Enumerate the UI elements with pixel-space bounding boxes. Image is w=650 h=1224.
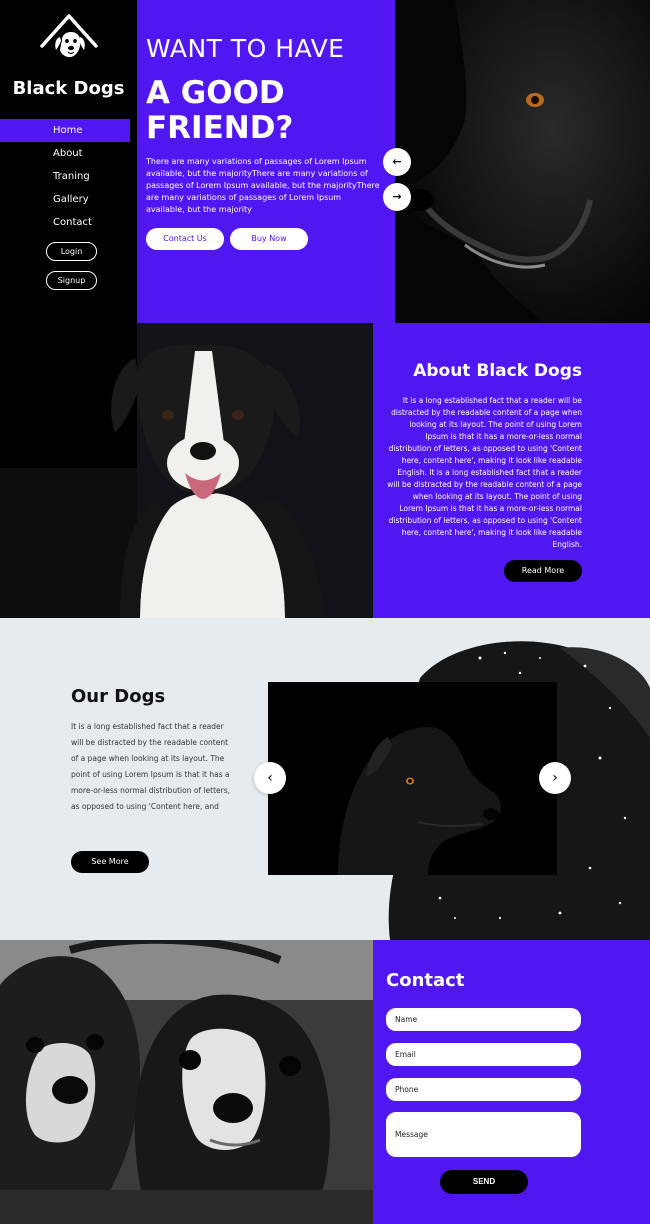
brand-name: Black Dogs: [12, 78, 125, 99]
slide-prev-button[interactable]: ‹: [254, 762, 286, 794]
dog-house-icon: [39, 14, 98, 58]
message-field[interactable]: [386, 1112, 581, 1157]
hero-section: Black Dogs Home About Traning Gallery Co…: [0, 0, 650, 323]
our-dogs-text: It is a long established fact that a rea…: [71, 722, 231, 811]
see-more-button[interactable]: See More: [71, 851, 149, 873]
nav-item-gallery[interactable]: Gallery: [0, 188, 137, 211]
our-dogs-section: Our Dogs It is a long established fact t…: [0, 618, 650, 940]
about-section: About Black Dogs It is a long establishe…: [0, 323, 650, 618]
about-text: It is a long established fact that a rea…: [387, 396, 582, 549]
contact-dogs-photo: [0, 940, 373, 1224]
border-collie-image: [0, 323, 373, 618]
hero-text: There are many variations of passages of…: [146, 157, 380, 214]
dog-slide: [268, 682, 557, 875]
name-field[interactable]: [386, 1008, 581, 1031]
hero-headline-small: WANT TO HAVE: [146, 34, 345, 63]
slide-next-button[interactable]: ›: [539, 762, 571, 794]
main-nav: Home About Traning Gallery Contact: [0, 119, 137, 234]
send-button[interactable]: SEND: [440, 1170, 528, 1194]
nav-item-about[interactable]: About: [0, 142, 137, 165]
contact-us-button[interactable]: Contact Us: [146, 228, 224, 250]
black-dog-profile-image: [395, 0, 650, 323]
hero-headline-line2: FRIEND?: [146, 110, 294, 146]
hero-panel: WANT TO HAVE A GOOD FRIEND? There are ma…: [137, 0, 395, 323]
phone-field[interactable]: [386, 1078, 581, 1101]
our-dogs-title: Our Dogs: [71, 686, 166, 707]
email-field[interactable]: [386, 1043, 581, 1066]
logo[interactable]: Black Dogs: [0, 10, 137, 99]
buy-now-button[interactable]: Buy Now: [230, 228, 308, 250]
about-dog-photo: [0, 323, 373, 618]
hero-headline-line1: A GOOD: [146, 75, 285, 111]
nav-item-training[interactable]: Traning: [0, 165, 137, 188]
hero-headline-big: A GOOD FRIEND?: [146, 76, 293, 146]
hero-next-button[interactable]: →: [383, 183, 411, 211]
nav-item-contact[interactable]: Contact: [0, 211, 137, 234]
black-dog-slide-image: [268, 682, 557, 875]
hero-dog-photo: [395, 0, 650, 323]
two-chihuahuas-image: [0, 940, 373, 1224]
hero-prev-button[interactable]: ←: [383, 148, 411, 176]
login-button[interactable]: Login: [46, 242, 97, 261]
contact-title: Contact: [386, 970, 465, 991]
nav-item-home[interactable]: Home: [0, 119, 130, 142]
signup-button[interactable]: Signup: [46, 271, 97, 290]
read-more-button[interactable]: Read More: [504, 560, 582, 582]
contact-panel: Contact SEND: [373, 940, 650, 1224]
contact-section: Contact SEND: [0, 940, 650, 1224]
sidebar: Black Dogs Home About Traning Gallery Co…: [0, 0, 137, 323]
about-title: About Black Dogs: [413, 361, 582, 381]
about-panel: About Black Dogs It is a long establishe…: [373, 323, 650, 618]
